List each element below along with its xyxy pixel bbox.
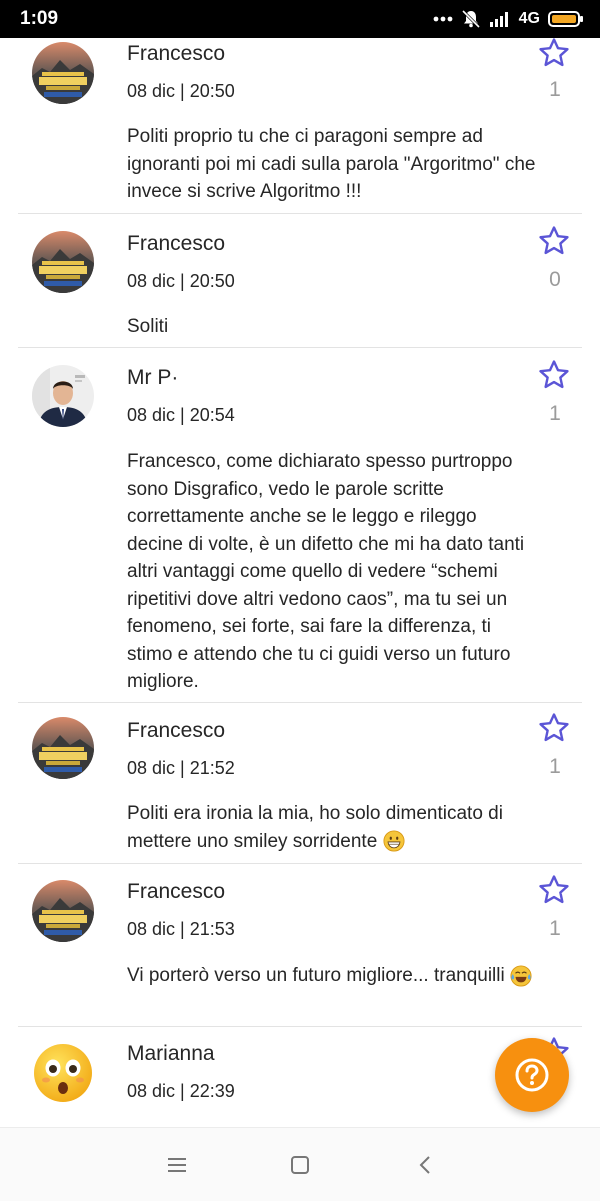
battery-icon [548, 11, 583, 27]
author-name[interactable]: Francesco [127, 232, 225, 256]
comment-text-content: Politi era ironia la mia, ho solo diment… [127, 803, 503, 852]
grinning-face-emoji [383, 830, 405, 853]
network-type: 4G [518, 10, 540, 27]
divider [18, 863, 582, 864]
like-count: 1 [549, 755, 561, 778]
signal-icon [489, 12, 508, 27]
avatar[interactable] [32, 1042, 94, 1104]
avatar[interactable] [32, 365, 94, 427]
tears-of-joy-emoji [510, 965, 532, 987]
comment-date: 08 dic | 20:54 [127, 405, 235, 425]
avatar[interactable] [32, 717, 94, 779]
avatar[interactable] [32, 231, 94, 293]
divider [18, 347, 582, 348]
comment-date: 08 dic | 22:39 [127, 1081, 235, 1101]
muted-bell-icon [461, 9, 480, 29]
system-nav-bar [0, 1127, 600, 1201]
author-name[interactable]: Mr P· [127, 366, 178, 390]
more-dots-icon [433, 16, 453, 22]
star-icon[interactable] [537, 224, 571, 258]
star-icon[interactable] [537, 358, 571, 392]
menu-icon[interactable] [165, 1153, 189, 1177]
home-icon[interactable] [288, 1153, 312, 1177]
comment-date: 08 dic | 21:53 [127, 919, 235, 939]
divider [18, 1026, 582, 1027]
comment-date: 08 dic | 20:50 [127, 271, 235, 291]
author-name[interactable]: Francesco [127, 42, 225, 66]
like-count: 1 [549, 917, 561, 940]
comment-text-content: Vi porterò verso un futuro migliore... t… [127, 965, 505, 986]
help-button[interactable] [495, 1038, 569, 1112]
comment-date: 08 dic | 20:50 [127, 81, 235, 101]
status-bar: 1:09 4G [0, 0, 600, 38]
comment-text: Politi proprio tu che ci paragoni sempre… [127, 126, 536, 202]
star-icon[interactable] [537, 873, 571, 907]
avatar[interactable] [32, 42, 94, 104]
star-icon[interactable] [537, 711, 571, 745]
like-count: 1 [549, 402, 561, 425]
comment-text: Vi porterò verso un futuro migliore... t… [127, 962, 537, 990]
like-count: 1 [549, 78, 561, 101]
comment-text: Soliti [127, 316, 169, 337]
back-icon[interactable] [414, 1153, 438, 1177]
author-name[interactable]: Francesco [127, 719, 225, 743]
avatar[interactable] [32, 880, 94, 942]
star-icon[interactable] [537, 36, 571, 70]
status-icons: 4G [433, 9, 584, 29]
divider [18, 213, 582, 214]
comment-text: Francesco, come dichiarato spesso purtro… [127, 451, 525, 692]
divider [18, 702, 582, 703]
status-time: 1:09 [20, 8, 59, 29]
author-name[interactable]: Marianna [127, 1042, 215, 1066]
like-count: 0 [549, 268, 561, 291]
question-mark-icon [515, 1058, 549, 1092]
comment-date: 08 dic | 21:52 [127, 758, 235, 778]
comment-text: Politi era ironia la mia, ho solo diment… [127, 800, 537, 855]
author-name[interactable]: Francesco [127, 880, 225, 904]
